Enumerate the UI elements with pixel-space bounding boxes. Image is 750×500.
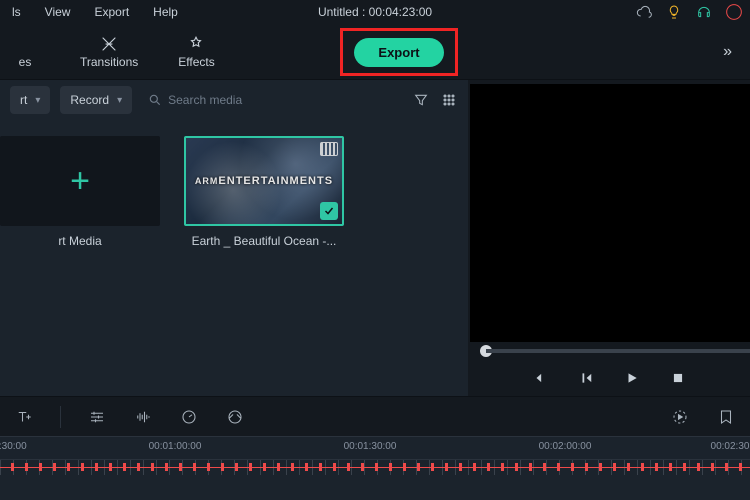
ruler-tick: 0:30:00 bbox=[0, 441, 27, 452]
timeline-toolbar bbox=[0, 396, 750, 436]
menu-view[interactable]: View bbox=[33, 5, 83, 19]
chevron-down-icon: ▾ bbox=[117, 95, 122, 106]
import-media-label: rt Media bbox=[58, 234, 101, 248]
render-icon[interactable] bbox=[670, 407, 690, 427]
menu-bar: ls View Export Help Untitled : 00:04:23:… bbox=[0, 0, 750, 24]
ruler-tick: 00:02:30 bbox=[711, 441, 750, 452]
transitions-icon bbox=[100, 35, 118, 53]
media-panel: rt ▾ Record ▾ Search media + rt Media bbox=[0, 80, 468, 396]
preview-viewport[interactable] bbox=[470, 84, 750, 342]
grid-view-icon[interactable] bbox=[440, 91, 458, 109]
plus-icon: + bbox=[70, 162, 90, 201]
account-icon[interactable] bbox=[726, 4, 742, 20]
media-clip-tile[interactable]: ARMENTERTAINMENTS Earth _ Beautiful Ocea… bbox=[184, 136, 344, 248]
import-thumb[interactable]: + bbox=[0, 136, 160, 226]
ruler-tick: 00:01:30:00 bbox=[344, 441, 397, 452]
cloud-icon[interactable] bbox=[636, 4, 652, 20]
used-badge-icon bbox=[320, 202, 338, 220]
chevron-down-icon: ▾ bbox=[35, 95, 40, 106]
titles-icon bbox=[16, 35, 34, 53]
play-pause-button[interactable] bbox=[577, 369, 595, 387]
clip-thumb[interactable]: ARMENTERTAINMENTS bbox=[184, 136, 344, 226]
tab-transitions-label: Transitions bbox=[80, 55, 138, 69]
clip-label: Earth _ Beautiful Ocean -... bbox=[192, 234, 337, 248]
menu-tools[interactable]: ls bbox=[0, 5, 33, 19]
tab-effects[interactable]: Effects bbox=[178, 35, 214, 69]
export-highlight: Export bbox=[340, 28, 458, 76]
record-dropdown[interactable]: Record ▾ bbox=[60, 86, 132, 114]
timeline-ruler[interactable]: 0:30:00 00:01:00:00 00:01:30:00 00:02:00… bbox=[0, 436, 750, 476]
search-placeholder: Search media bbox=[168, 93, 242, 107]
preview-controls bbox=[468, 360, 750, 396]
stop-button[interactable] bbox=[669, 369, 687, 387]
import-media-tile[interactable]: + rt Media bbox=[0, 136, 160, 248]
play-button[interactable] bbox=[623, 369, 641, 387]
main-toolbar: es Transitions Effects » Export bbox=[0, 24, 750, 80]
more-tabs-icon[interactable]: » bbox=[723, 43, 732, 61]
import-dropdown-label: rt bbox=[20, 93, 27, 107]
search-icon bbox=[148, 93, 162, 107]
support-icon[interactable] bbox=[696, 4, 712, 20]
menu-help[interactable]: Help bbox=[141, 5, 190, 19]
preview-scrubber[interactable] bbox=[468, 342, 750, 360]
tab-titles[interactable]: es bbox=[10, 35, 40, 69]
prev-frame-button[interactable] bbox=[531, 369, 549, 387]
effects-icon bbox=[187, 35, 205, 53]
clip-overlay-text: ARMENTERTAINMENTS bbox=[195, 175, 333, 187]
import-dropdown[interactable]: rt ▾ bbox=[10, 86, 50, 114]
ruler-tick: 00:01:00:00 bbox=[149, 441, 202, 452]
filter-icon[interactable] bbox=[412, 91, 430, 109]
divider bbox=[60, 406, 61, 428]
adjust-icon[interactable] bbox=[87, 407, 107, 427]
marker-icon[interactable] bbox=[716, 407, 736, 427]
speed-icon[interactable] bbox=[179, 407, 199, 427]
preview-panel bbox=[468, 80, 750, 396]
record-dropdown-label: Record bbox=[70, 93, 109, 107]
tab-effects-label: Effects bbox=[178, 55, 214, 69]
scrub-track[interactable] bbox=[486, 349, 750, 353]
ruler-tick: 00:02:00:00 bbox=[539, 441, 592, 452]
audio-levels-icon[interactable] bbox=[133, 407, 153, 427]
search-input[interactable]: Search media bbox=[142, 86, 282, 114]
duration-icon[interactable] bbox=[225, 407, 245, 427]
video-badge-icon bbox=[320, 142, 338, 156]
tab-transitions[interactable]: Transitions bbox=[80, 35, 138, 69]
add-text-icon[interactable] bbox=[14, 407, 34, 427]
menu-export[interactable]: Export bbox=[82, 5, 141, 19]
tips-icon[interactable] bbox=[666, 4, 682, 20]
tab-titles-label: es bbox=[19, 55, 32, 69]
ruler-redline bbox=[0, 467, 750, 468]
export-button[interactable]: Export bbox=[354, 38, 443, 67]
